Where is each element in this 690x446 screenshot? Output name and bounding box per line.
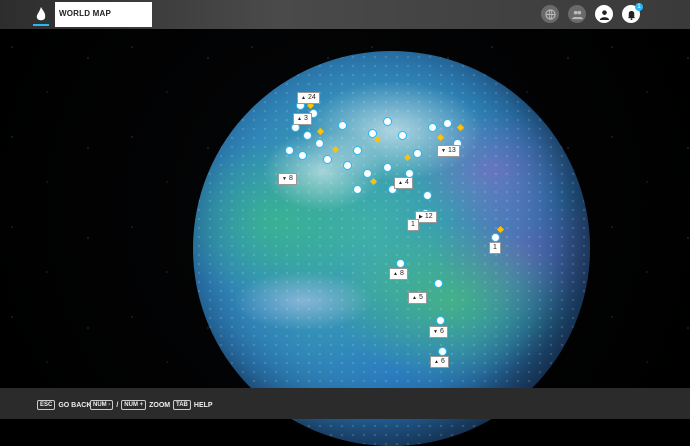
zoom-separator: / xyxy=(116,401,119,409)
help-hint[interactable]: TAB HELP xyxy=(173,400,213,410)
airport-marker[interactable] xyxy=(323,155,332,164)
cluster-label[interactable]: ▲ 8 xyxy=(389,268,408,280)
airport-marker[interactable] xyxy=(285,146,294,155)
airport-marker[interactable] xyxy=(338,121,347,130)
airport-marker[interactable] xyxy=(438,347,447,356)
zoom-label: ZOOM xyxy=(149,401,171,409)
cluster-label[interactable]: ▲ 24 xyxy=(297,92,320,104)
tab-key: TAB xyxy=(173,400,191,410)
airport-marker[interactable] xyxy=(428,123,437,132)
airport-marker[interactable] xyxy=(383,163,392,172)
help-label: HELP xyxy=(193,401,213,409)
cluster-label[interactable]: ▲ 5 xyxy=(408,292,427,304)
airport-marker[interactable] xyxy=(491,233,500,242)
home-button[interactable] xyxy=(30,4,52,26)
cluster-label[interactable]: ▼ 6 xyxy=(429,326,448,338)
cluster-label[interactable]: 1 xyxy=(407,219,419,231)
airport-marker[interactable] xyxy=(343,161,352,170)
top-bar: WORLD MAP 1 xyxy=(0,0,690,29)
profile-icon[interactable] xyxy=(595,5,613,23)
airport-marker[interactable] xyxy=(315,139,324,148)
airport-marker[interactable] xyxy=(383,117,392,126)
airport-marker[interactable] xyxy=(398,131,407,140)
zoom-hint[interactable]: NUM - / NUM + ZOOM xyxy=(90,400,170,410)
page-title-tab: WORLD MAP xyxy=(55,2,152,27)
airport-marker[interactable] xyxy=(298,151,307,160)
go-back-label: GO BACK xyxy=(58,401,92,409)
go-back-hint[interactable]: ESC GO BACK xyxy=(37,400,91,410)
airport-marker[interactable] xyxy=(423,191,432,200)
airport-marker[interactable] xyxy=(436,316,445,325)
notification-icon[interactable]: 1 xyxy=(622,3,643,23)
num-plus-key: NUM + xyxy=(121,400,147,410)
globe-icon[interactable] xyxy=(541,5,559,23)
city-lights xyxy=(193,51,590,446)
cluster-label[interactable]: ▲ 3 xyxy=(293,113,312,125)
cluster-label[interactable]: 1 xyxy=(489,242,501,254)
cluster-label[interactable]: ▲ 6 xyxy=(430,356,449,368)
esc-key: ESC xyxy=(37,400,56,410)
world-globe[interactable]: ▲ 24 ▲ 3 ▼ 13 ▼ 8 ▲ 4 ▶ 12 1 1 ▲ 8 ▲ 5 ▼ 6 ▲ 6 xyxy=(193,51,590,446)
bottom-bar: ESC GO BACK NUM - / NUM + ZOOM TAB HELP xyxy=(0,388,690,419)
airport-marker[interactable] xyxy=(396,259,405,268)
map-viewport[interactable]: ▲ 24 ▲ 3 ▼ 13 ▼ 8 ▲ 4 ▶ 12 1 1 ▲ 8 ▲ 5 ▼ 6 ▲ 6 xyxy=(0,29,690,446)
cluster-label[interactable]: ▼ 8 xyxy=(278,173,297,185)
num-minus-key: NUM - xyxy=(90,400,114,410)
cluster-label[interactable]: ▲ 4 xyxy=(394,177,413,189)
airport-marker[interactable] xyxy=(353,146,362,155)
airport-marker[interactable] xyxy=(303,131,312,140)
top-icons: 1 xyxy=(541,3,643,23)
friends-icon[interactable] xyxy=(568,5,586,23)
airport-marker[interactable] xyxy=(363,169,372,178)
airport-marker[interactable] xyxy=(443,119,452,128)
home-active-indicator xyxy=(33,24,49,26)
airport-marker[interactable] xyxy=(353,185,362,194)
page-title: WORLD MAP xyxy=(59,9,112,18)
notification-badge: 1 xyxy=(635,3,643,11)
home-flame-icon xyxy=(36,7,46,21)
cluster-label[interactable]: ▼ 13 xyxy=(437,145,460,157)
airport-marker[interactable] xyxy=(413,149,422,158)
airport-marker[interactable] xyxy=(434,279,443,288)
